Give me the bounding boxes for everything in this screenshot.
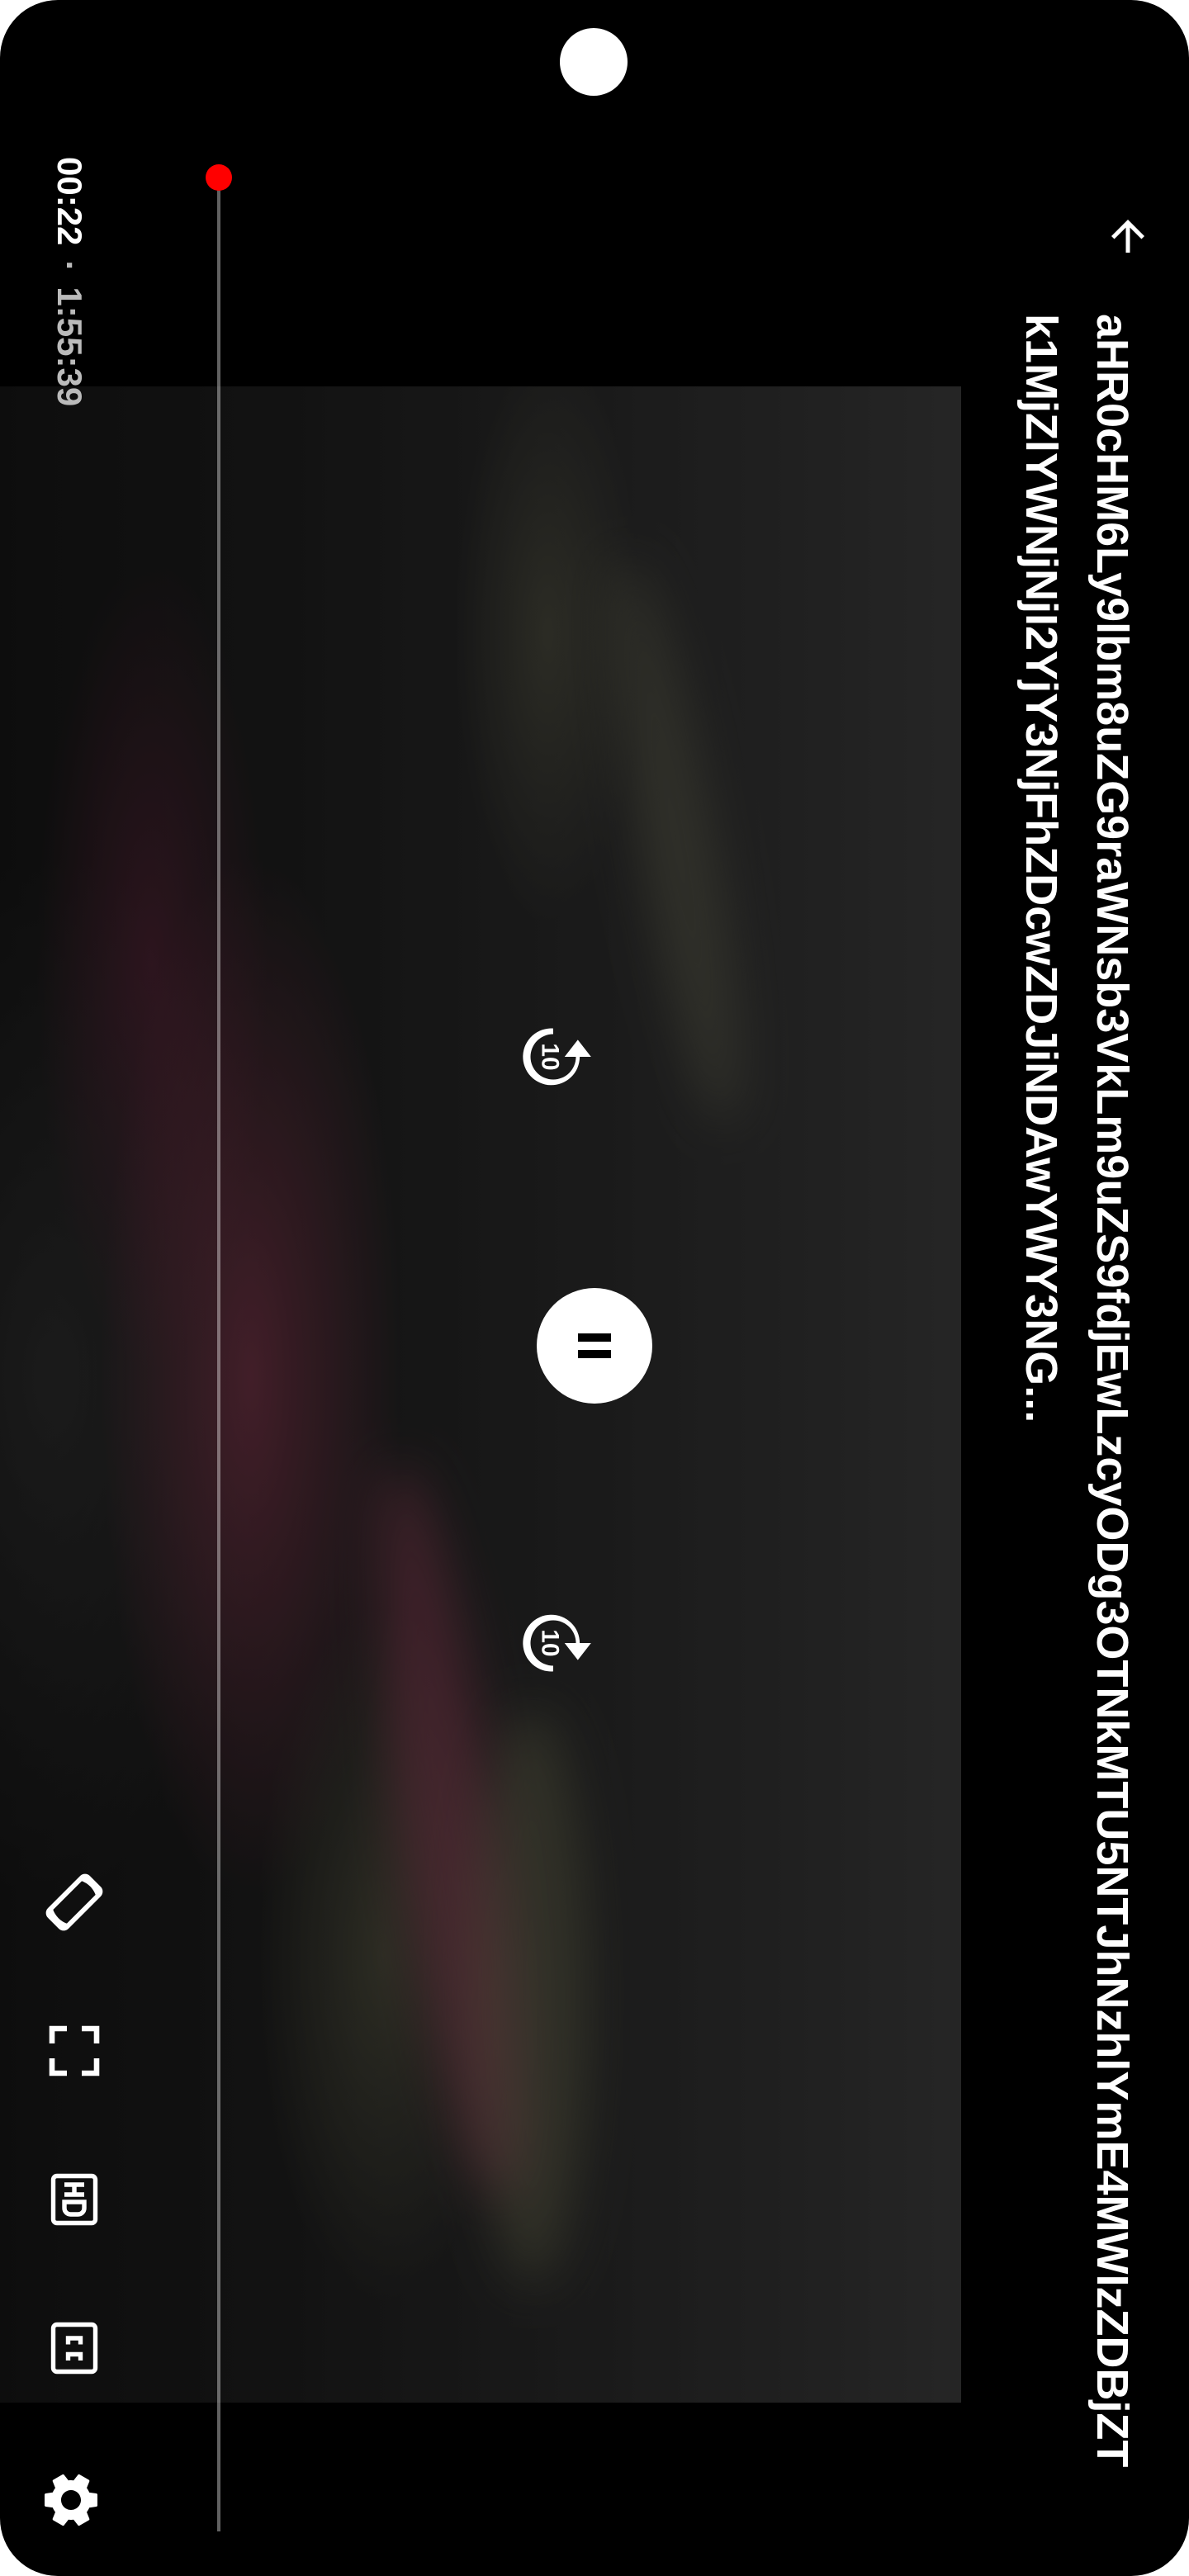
captions-button[interactable] [33,2307,116,2389]
replay-10-icon: 10 [523,1028,591,1086]
screen-rotation-icon [45,1873,103,1931]
current-time: 00:22 [50,157,89,246]
fullscreen-icon [49,2025,100,2076]
forward-seconds-label: 10 [536,1629,563,1656]
rewind-seconds-label: 10 [536,1043,563,1070]
pause-icon [578,1333,611,1358]
settings-button[interactable] [30,2459,112,2541]
rewind-10-button[interactable]: 10 [495,999,611,1115]
video-title: aHR0cHM6Ly9lbm8uZG9raWNsb3VkLm9uZS9fdjEw… [1016,314,1137,2468]
rotate-screen-button[interactable] [33,1861,116,1944]
hd-icon [50,2173,98,2226]
closed-captions-icon [50,2322,98,2375]
phone-screen: aHR0cHM6Ly9lbm8uZG9raWNsb3VkLm9uZS9fdjEw… [0,0,1189,2576]
controls-scrim [0,386,961,2403]
video-frame[interactable] [0,386,961,2403]
gear-icon [44,2474,98,2526]
forward-10-icon: 10 [523,1614,591,1672]
back-button[interactable] [1087,195,1169,277]
seek-bar[interactable] [206,164,232,2531]
time-separator: · [50,260,89,272]
seek-thumb[interactable] [206,164,232,192]
pause-button[interactable] [537,1288,652,1404]
arrow-back-icon [1111,220,1144,253]
quality-button[interactable] [33,2158,116,2241]
fullscreen-button[interactable] [33,2010,116,2092]
time-display: 00:22 · 1:55:39 [50,157,89,406]
forward-10-button[interactable]: 10 [495,1585,611,1701]
total-duration: 1:55:39 [50,286,89,407]
video-player: aHR0cHM6Ly9lbm8uZG9raWNsb3VkLm9uZS9fdjEw… [0,0,1189,2576]
